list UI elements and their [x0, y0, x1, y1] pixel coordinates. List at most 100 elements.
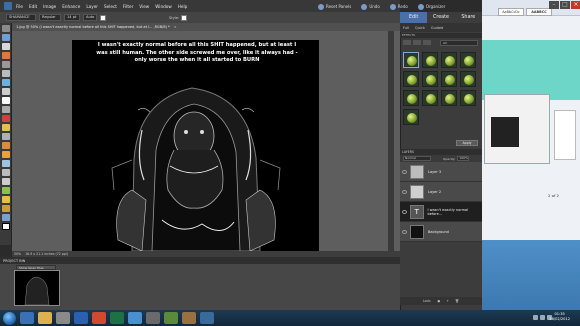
selection-brush-icon[interactable] [2, 88, 10, 95]
visibility-eye-icon[interactable] [402, 189, 407, 194]
font-size-select[interactable]: 14 pt [64, 14, 80, 21]
project-bin-header[interactable]: PROJECT BIN [0, 257, 400, 264]
network-icon[interactable] [533, 315, 538, 320]
layer-row[interactable]: Layer 2 [400, 182, 482, 202]
canvas-area[interactable]: I wasn't exactly normal before all this … [12, 31, 400, 251]
eyedropper-tool-icon[interactable] [2, 52, 10, 59]
powerpoint-icon[interactable] [92, 312, 106, 324]
word-style-normal[interactable]: AaBbCcDc [498, 8, 524, 16]
internet-explorer-icon[interactable] [20, 312, 34, 324]
blur-tool-icon[interactable] [2, 196, 10, 203]
undo-button[interactable]: Undo [361, 3, 380, 10]
app-icon[interactable] [200, 312, 214, 324]
effect-thumbnail[interactable] [441, 90, 457, 106]
tab-share[interactable]: Share [455, 12, 482, 23]
leading-select[interactable]: Auto [83, 14, 97, 21]
word-style-heading[interactable]: AABBCC [526, 8, 552, 16]
document-canvas[interactable]: I wasn't exactly normal before all this … [72, 40, 319, 251]
red-eye-tool-icon[interactable] [2, 115, 10, 122]
foreground-color-icon[interactable] [2, 223, 10, 230]
project-bin-thumbnail[interactable] [14, 270, 60, 306]
hand-tool-icon[interactable] [2, 43, 10, 50]
menu-help[interactable]: Help [178, 4, 188, 9]
magic-wand-tool-icon[interactable] [2, 79, 10, 86]
lasso-tool-icon[interactable] [2, 70, 10, 77]
clone-stamp-icon[interactable] [2, 133, 10, 140]
menu-layer[interactable]: Layer [86, 4, 98, 9]
effect-thumbnail[interactable] [403, 52, 419, 68]
marquee-tool-icon[interactable] [2, 61, 10, 68]
canvas-vertical-scrollbar[interactable] [388, 31, 394, 251]
opacity-input[interactable]: 100% [457, 156, 470, 161]
gradient-tool-icon[interactable] [2, 178, 10, 185]
eraser-tool-icon[interactable] [2, 142, 10, 149]
move-tool-icon[interactable] [2, 25, 10, 32]
filters-category-icon[interactable] [403, 40, 411, 45]
close-icon[interactable]: × [571, 1, 580, 9]
volume-icon[interactable] [540, 315, 545, 320]
menu-window[interactable]: Window [155, 4, 172, 9]
photo-effects-category-icon[interactable] [423, 40, 431, 45]
blend-mode-select[interactable]: Normal [403, 156, 431, 161]
effect-thumbnail[interactable] [403, 71, 419, 87]
effect-thumbnail[interactable] [460, 71, 476, 87]
project-bin-select[interactable]: Show Open Files [16, 265, 56, 270]
layer-row-selected[interactable]: T I wasn't exactly normal before... [400, 202, 482, 222]
photoshop-elements-icon[interactable] [128, 312, 142, 324]
subtab-full[interactable]: Full [403, 26, 409, 30]
effect-thumbnail[interactable] [460, 52, 476, 68]
brush-tool-icon[interactable] [2, 151, 10, 158]
tab-edit[interactable]: Edit [400, 12, 428, 23]
minimize-icon[interactable]: – [549, 1, 559, 9]
redo-button[interactable]: Redo [389, 3, 408, 10]
menu-edit[interactable]: Edit [29, 4, 37, 9]
reset-panels-button[interactable]: Reset Panels [318, 3, 351, 10]
effect-thumbnail[interactable] [422, 71, 438, 87]
effects-panel-header[interactable]: EFFECTS [400, 33, 482, 38]
effect-thumbnail[interactable] [441, 52, 457, 68]
excel-icon[interactable] [110, 312, 124, 324]
style-swatch[interactable] [181, 14, 188, 21]
menu-filter[interactable]: Filter [123, 4, 133, 9]
zoom-level[interactable]: 50% [14, 252, 21, 256]
menu-enhance[interactable]: Enhance [62, 4, 80, 9]
close-document-icon[interactable]: × [174, 25, 177, 29]
styles-category-icon[interactable] [413, 40, 421, 45]
lock-icon[interactable]: ▣ [437, 299, 440, 303]
effect-thumbnail[interactable] [403, 90, 419, 106]
new-layer-icon[interactable]: + [446, 299, 449, 303]
zoom-tool-icon[interactable] [2, 34, 10, 41]
story-text-layer[interactable]: I wasn't exactly normal before all this … [92, 42, 302, 65]
shape-tool-icon[interactable] [2, 187, 10, 194]
effect-thumbnail[interactable] [441, 71, 457, 87]
crop-tool-icon[interactable] [2, 106, 10, 113]
smart-brush-icon[interactable] [2, 160, 10, 167]
visibility-eye-icon[interactable] [402, 229, 407, 234]
background-preview-window[interactable] [484, 94, 550, 164]
organizer-button[interactable]: Organizer [417, 3, 445, 10]
app-icon[interactable] [182, 312, 196, 324]
type-tool-icon[interactable] [2, 97, 10, 104]
delete-layer-icon[interactable]: 🗑 [455, 299, 459, 303]
subtab-guided[interactable]: Guided [431, 26, 444, 30]
apply-effect-button[interactable]: Apply [456, 140, 478, 146]
app-icon[interactable] [164, 312, 178, 324]
media-player-icon[interactable] [56, 312, 70, 324]
menu-image[interactable]: Image [43, 4, 56, 9]
start-button-icon[interactable] [3, 311, 16, 325]
subtab-quick[interactable]: Quick [415, 26, 425, 30]
tab-create[interactable]: Create [427, 12, 454, 23]
sponge-tool-icon[interactable] [2, 205, 10, 212]
effect-thumbnail[interactable] [403, 109, 419, 125]
visibility-eye-icon[interactable] [402, 209, 407, 214]
text-color-swatch[interactable] [100, 14, 106, 21]
file-explorer-icon[interactable] [38, 312, 52, 324]
layer-row[interactable]: Layer 3 [400, 162, 482, 182]
word-icon[interactable] [74, 312, 88, 324]
layer-row[interactable]: Background [400, 222, 482, 242]
document-tab[interactable]: 1.jpg @ 50% (I wasn't exactly normal bef… [12, 23, 400, 31]
maximize-icon[interactable]: □ [560, 1, 570, 9]
menu-view[interactable]: View [139, 4, 149, 9]
clock[interactable]: 01:35 18/02/2012 [549, 312, 570, 322]
paint-bucket-icon[interactable] [2, 169, 10, 176]
